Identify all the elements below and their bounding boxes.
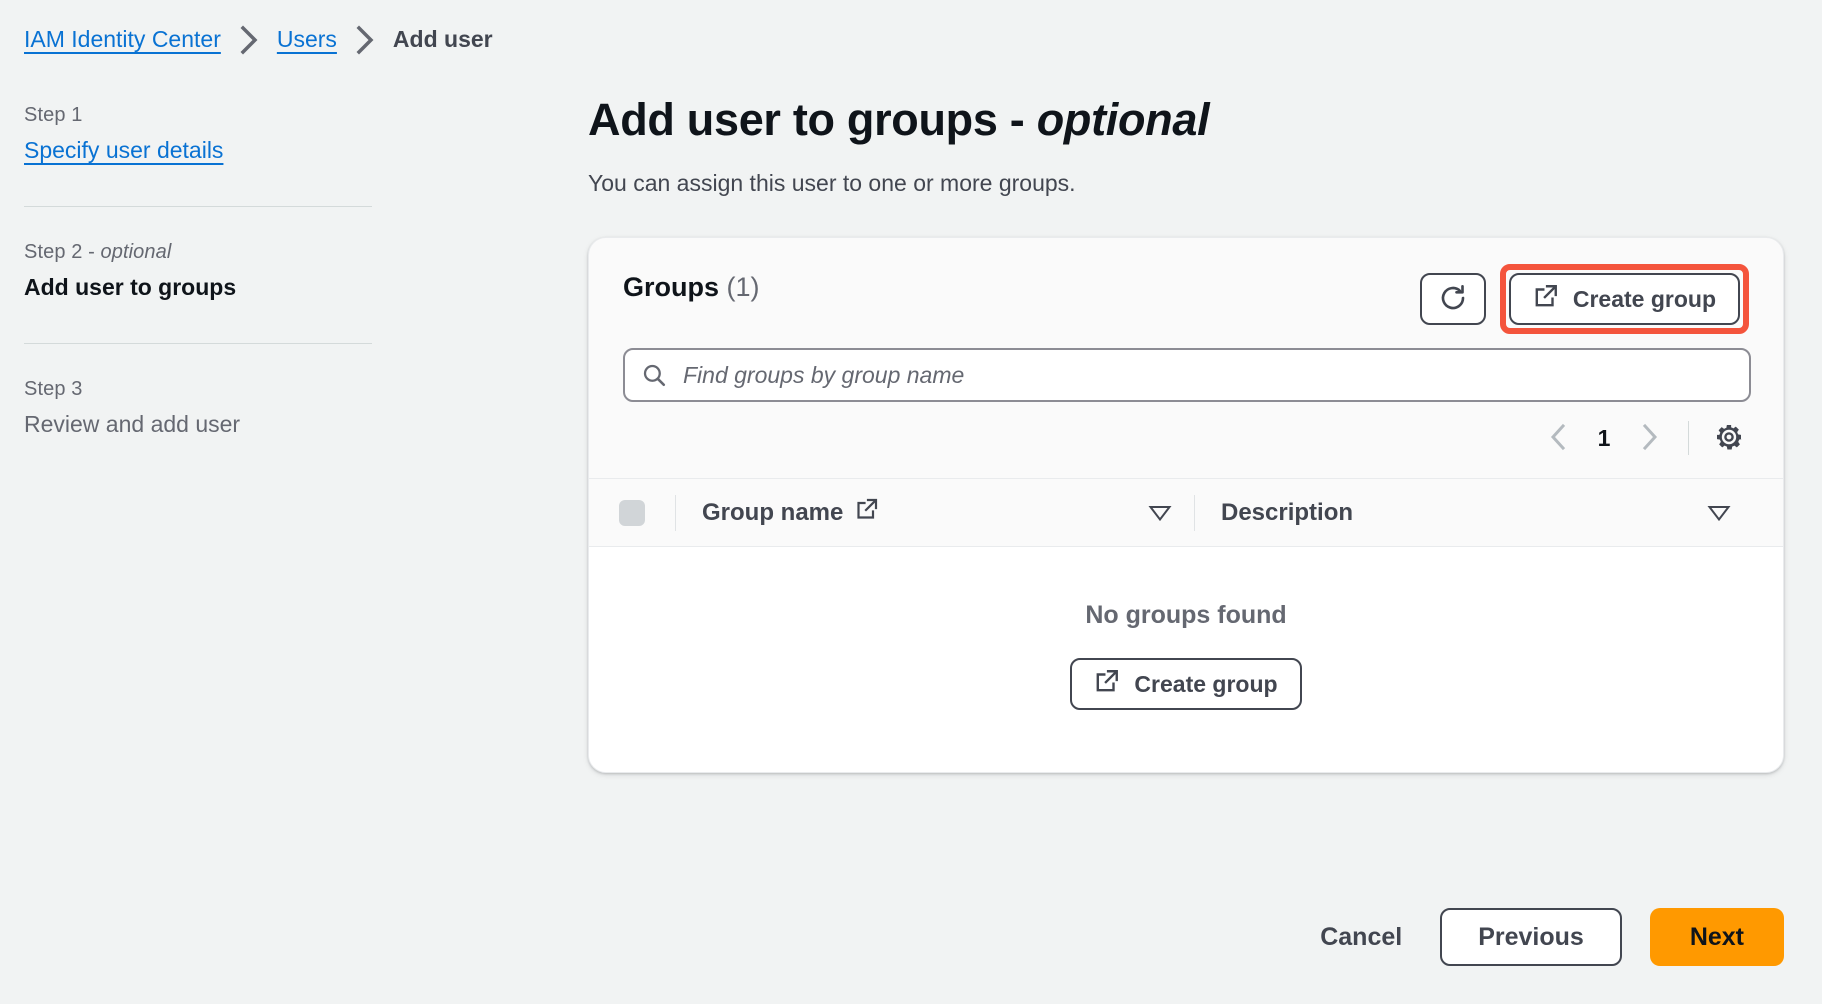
- create-group-highlight-annotation: Create group: [1499, 264, 1749, 334]
- page-title-text: Add user to groups -: [588, 94, 1037, 145]
- breadcrumb-item-iam-identity-center[interactable]: IAM Identity Center: [24, 26, 221, 53]
- step-divider: [24, 343, 372, 344]
- create-group-button-label: Create group: [1572, 285, 1716, 312]
- chevron-left-icon: [1546, 422, 1570, 455]
- groups-table-body: No groups found Create group: [589, 546, 1783, 772]
- column-header-group-name[interactable]: Group name: [676, 479, 1194, 546]
- page-title-optional-tag: optional: [1036, 94, 1210, 145]
- page-description: You can assign this user to one or more …: [588, 170, 1076, 196]
- column-header-description-label: Description: [1221, 498, 1354, 526]
- groups-count: (1): [726, 272, 760, 302]
- refresh-button[interactable]: [1419, 273, 1486, 325]
- breadcrumb: IAM Identity Center Users Add user: [24, 25, 493, 54]
- search-input[interactable]: [681, 360, 1733, 390]
- column-header-group-name-text: Group name: [702, 498, 844, 526]
- pagination-row: 1: [589, 402, 1783, 478]
- groups-panel: Groups (1) Create group Find groups by g…: [588, 237, 1784, 773]
- wizard-steps-sidebar: Step 1 Specify user details Step 2 - opt…: [24, 92, 372, 444]
- previous-button[interactable]: Previous: [1440, 908, 1622, 966]
- sidebar-item-add-user-to-groups[interactable]: Add user to groups: [24, 267, 372, 307]
- wizard-step-2: Step 2 - optional Add user to groups: [24, 229, 372, 307]
- column-header-description[interactable]: Description: [1195, 479, 1753, 546]
- wizard-footer-actions: Cancel Previous Next: [1310, 908, 1784, 966]
- checkbox-disabled-icon: [619, 499, 645, 526]
- groups-title: Groups (1): [623, 264, 760, 310]
- step-3-label: Step 3: [24, 378, 83, 400]
- groups-panel-header: Groups (1) Create group: [589, 238, 1783, 334]
- sidebar-item-specify-user-details[interactable]: Specify user details: [24, 130, 223, 170]
- search-icon: [641, 362, 667, 388]
- step-2-optional-tag: optional: [100, 241, 172, 263]
- empty-state-create-group-button[interactable]: Create group: [1070, 658, 1302, 710]
- chevron-right-icon: [1638, 422, 1662, 455]
- breadcrumb-item-users[interactable]: Users: [277, 26, 337, 53]
- page-title: Add user to groups - optional: [588, 92, 1784, 148]
- empty-state-text: No groups found: [1085, 601, 1287, 629]
- column-header-group-name-label: Group name: [702, 497, 879, 528]
- groups-table-header: Group name Description: [589, 478, 1783, 546]
- external-link-icon: [855, 497, 879, 528]
- main-content: Add user to groups - optional You can as…: [588, 92, 1784, 773]
- sort-triangle-icon[interactable]: [1707, 504, 1731, 522]
- groups-filter-row: [589, 334, 1783, 402]
- external-link-icon: [1533, 283, 1559, 315]
- sort-triangle-icon[interactable]: [1148, 504, 1172, 522]
- cancel-button[interactable]: Cancel: [1310, 915, 1412, 960]
- pagination-next-button[interactable]: [1626, 414, 1674, 462]
- breadcrumb-item-add-user: Add user: [392, 26, 493, 52]
- select-all-cell: [589, 479, 675, 546]
- pagination-divider: [1688, 421, 1689, 455]
- empty-state-create-group-label: Create group: [1134, 670, 1278, 697]
- refresh-icon: [1438, 283, 1468, 316]
- step-2-label: Step 2 - optional: [24, 237, 372, 267]
- wizard-step-1: Step 1 Specify user details: [24, 92, 372, 170]
- sidebar-item-review-and-add-user: Review and add user: [24, 411, 241, 437]
- step-1-label: Step 1: [24, 104, 83, 126]
- create-group-button[interactable]: Create group: [1508, 273, 1740, 325]
- external-link-icon: [1094, 668, 1120, 700]
- chevron-right-icon: [337, 25, 393, 54]
- pagination-page-1[interactable]: 1: [1582, 425, 1626, 452]
- gear-icon: [1713, 421, 1745, 456]
- wizard-step-3: Step 3 Review and add user: [24, 366, 372, 444]
- step-2-label-text: Step 2 -: [24, 241, 101, 263]
- step-divider: [24, 206, 372, 207]
- groups-title-text: Groups: [623, 272, 720, 302]
- add-user-to-groups-page: IAM Identity Center Users Add user Step …: [0, 0, 1822, 1004]
- search-groups-field[interactable]: [623, 348, 1751, 402]
- table-preferences-button[interactable]: [1705, 414, 1753, 462]
- chevron-right-icon: [221, 25, 277, 54]
- next-button[interactable]: Next: [1649, 908, 1784, 966]
- groups-panel-actions: Create group: [1419, 264, 1749, 334]
- pagination-previous-button[interactable]: [1534, 414, 1582, 462]
